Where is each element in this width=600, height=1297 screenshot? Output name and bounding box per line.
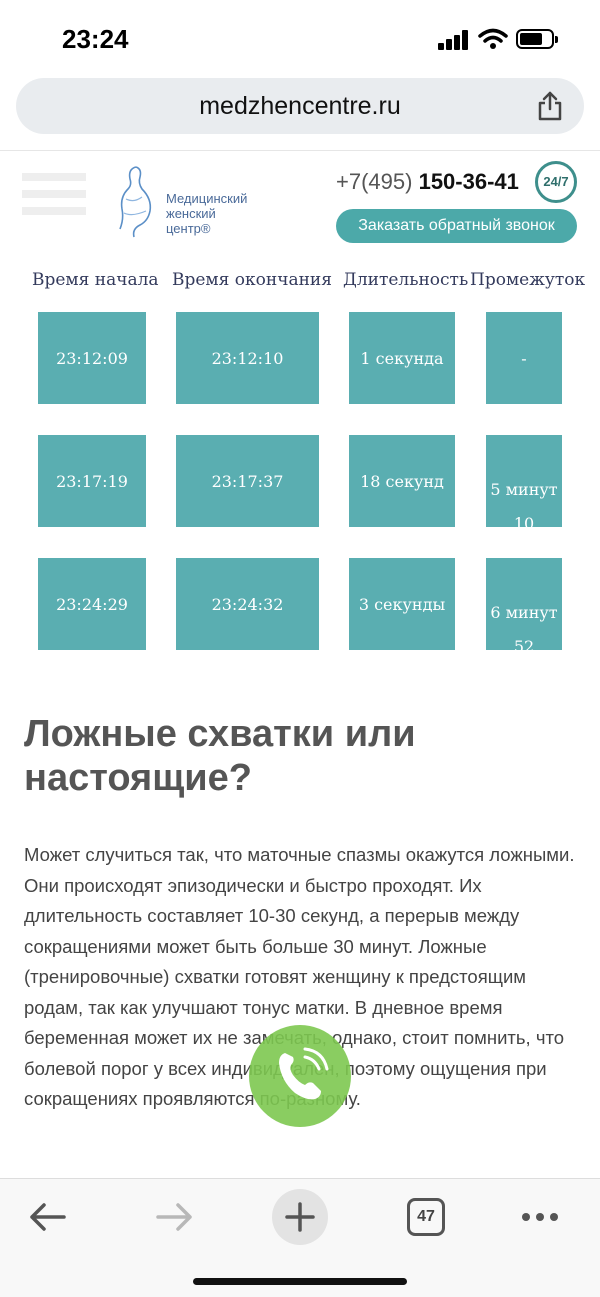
column-header-start: Время начала bbox=[32, 270, 159, 290]
column-header-interval: Промежуток bbox=[470, 270, 586, 290]
table-cell: 23:12:10 bbox=[176, 312, 319, 404]
status-time: 23:24 bbox=[62, 24, 129, 54]
logo-line-3: центр® bbox=[166, 221, 211, 236]
more-options-icon[interactable] bbox=[512, 1189, 568, 1245]
logo-line-1: Медицинский bbox=[166, 191, 248, 206]
column-header-duration: Длительность bbox=[343, 270, 469, 290]
address-bar[interactable]: medzhencentre.ru bbox=[16, 78, 584, 134]
table-cell: 23:12:09 bbox=[38, 312, 146, 404]
phone-number[interactable]: +7(495) 150-36-41 bbox=[336, 169, 519, 195]
table-cell: 23:24:29 bbox=[38, 558, 146, 650]
forward-arrow-icon[interactable] bbox=[146, 1189, 202, 1245]
table-cell: - bbox=[486, 312, 562, 404]
battery-icon bbox=[516, 29, 558, 49]
table-cell: 23:17:37 bbox=[176, 435, 319, 527]
article-title: Ложные схватки или настоящие? bbox=[24, 713, 416, 799]
site-logo[interactable]: Медицинский женский центр® bbox=[112, 163, 282, 243]
home-indicator bbox=[193, 1278, 407, 1285]
site-header: Медицинский женский центр® +7(495) 150-3… bbox=[0, 150, 600, 250]
logo-text: Медицинский женский центр® bbox=[166, 191, 247, 236]
cellular-signal-icon bbox=[438, 30, 470, 50]
table-cell: 1 секунда bbox=[349, 312, 455, 404]
url-text[interactable]: medzhencentre.ru bbox=[16, 92, 584, 121]
status-bar: 23:24 bbox=[0, 0, 600, 74]
table-cell: 23:24:32 bbox=[176, 558, 319, 650]
phone-prefix: +7(495) bbox=[336, 169, 413, 194]
tabs-button[interactable]: 47 bbox=[398, 1189, 454, 1245]
wifi-icon bbox=[478, 28, 508, 49]
callback-button[interactable]: Заказать обратный звонок bbox=[336, 209, 577, 243]
tabs-count: 47 bbox=[407, 1198, 445, 1236]
browser-toolbar: 47 bbox=[0, 1178, 600, 1297]
table-cell: 18 секунд bbox=[349, 435, 455, 527]
menu-icon[interactable] bbox=[22, 173, 86, 229]
table-cell: 23:17:19 bbox=[38, 435, 146, 527]
table-cell: 6 минут 52 bbox=[486, 558, 562, 650]
share-icon[interactable] bbox=[536, 91, 564, 121]
column-header-end: Время окончания bbox=[172, 270, 332, 290]
call-button[interactable] bbox=[249, 1025, 351, 1127]
logo-line-2: женский bbox=[166, 206, 216, 221]
back-arrow-icon[interactable] bbox=[20, 1189, 76, 1245]
phone-digits: 150-36-41 bbox=[418, 169, 519, 194]
plus-icon bbox=[285, 1202, 315, 1232]
pregnant-woman-logo-icon bbox=[119, 166, 152, 238]
new-tab-button[interactable] bbox=[272, 1189, 328, 1245]
table-cell: 3 секунды bbox=[349, 558, 455, 650]
phone-handset-icon bbox=[279, 1047, 329, 1100]
table-cell: 5 минут 10 bbox=[486, 435, 562, 527]
badge-24-7: 24/7 bbox=[535, 161, 577, 203]
